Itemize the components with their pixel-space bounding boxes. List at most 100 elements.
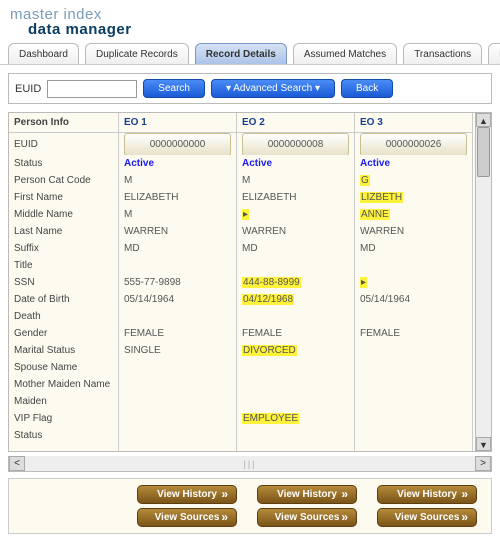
- euid-chip[interactable]: 0000000000: [124, 133, 231, 155]
- cell-dob: 05/14/1964: [355, 291, 472, 308]
- euid-chip[interactable]: 0000000026: [360, 133, 467, 155]
- vertical-scrollbar[interactable]: ▲ ▼: [475, 113, 491, 451]
- cell-dob: 05/14/1964: [119, 291, 236, 308]
- field-labels-column: Person Info EUID Status Person Cat Code …: [9, 113, 119, 451]
- cell-vip: EMPLOYEE: [237, 410, 354, 427]
- cell-vip: [119, 410, 236, 427]
- label-middle: Middle Name: [9, 206, 118, 223]
- label-title: Title: [9, 257, 118, 274]
- label-marital: Marital Status: [9, 342, 118, 359]
- cell-death: [237, 308, 354, 325]
- label-dob: Date of Birth: [9, 291, 118, 308]
- cell-dob: 04/12/1968: [237, 291, 354, 308]
- cell-marital: SINGLE: [119, 342, 236, 359]
- tab-assumed-matches[interactable]: Assumed Matches: [293, 43, 397, 65]
- data-column-2: EO 30000000026ActiveGLIZBETHANNEWARRENMD…: [355, 113, 473, 451]
- tab-dashboard[interactable]: Dashboard: [8, 43, 79, 65]
- footer-button-bar: View History View Sources View History V…: [8, 478, 492, 534]
- column-header: EO 3: [355, 113, 472, 133]
- cell-status: Active: [119, 155, 236, 172]
- labels-header: Person Info: [9, 113, 118, 133]
- scroll-thumb[interactable]: [477, 127, 490, 177]
- cell-last: WARREN: [237, 223, 354, 240]
- cell-last: WARREN: [119, 223, 236, 240]
- euid-cell: 0000000026: [355, 133, 472, 155]
- view-sources-button-1[interactable]: View Sources: [137, 508, 237, 527]
- cell-status2: [355, 427, 472, 444]
- label-vip: VIP Flag: [9, 410, 118, 427]
- cell-mmn: [237, 376, 354, 393]
- scroll-up-arrow[interactable]: ▲: [476, 113, 491, 127]
- tab-reports[interactable]: Reports: [488, 43, 500, 65]
- label-suffix: Suffix: [9, 240, 118, 257]
- cell-status2: [119, 427, 236, 444]
- data-column-1: EO 20000000008ActiveMELIZABETH▸WARRENMD4…: [237, 113, 355, 451]
- cell-death: [355, 308, 472, 325]
- horizontal-scrollbar[interactable]: < ||| >: [8, 456, 492, 472]
- scroll-track-grip: |||: [243, 459, 256, 469]
- label-gender: Gender: [9, 325, 118, 342]
- cell-middle: M: [119, 206, 236, 223]
- cell-last: WARREN: [355, 223, 472, 240]
- label-status2: Status: [9, 427, 118, 444]
- view-history-button-2[interactable]: View History: [257, 485, 357, 504]
- cell-middle: ANNE: [355, 206, 472, 223]
- cell-death: [119, 308, 236, 325]
- cell-first: ELIZABETH: [119, 189, 236, 206]
- view-sources-button-2[interactable]: View Sources: [257, 508, 357, 527]
- label-death: Death: [9, 308, 118, 325]
- tab-duplicate-records[interactable]: Duplicate Records: [85, 43, 189, 65]
- cell-suffix: MD: [237, 240, 354, 257]
- euid-label: EUID: [15, 83, 41, 95]
- view-history-button-1[interactable]: View History: [137, 485, 237, 504]
- cell-ssn: ▸: [355, 274, 472, 291]
- cell-maiden: [119, 393, 236, 410]
- cell-mmn: [119, 376, 236, 393]
- cell-spouse: [119, 359, 236, 376]
- euid-chip[interactable]: 0000000008: [242, 133, 349, 155]
- scroll-down-arrow[interactable]: ▼: [476, 437, 491, 451]
- record-grid: Person Info EUID Status Person Cat Code …: [8, 112, 492, 452]
- cell-middle: ▸: [237, 206, 354, 223]
- cell-status: Active: [237, 155, 354, 172]
- back-button[interactable]: Back: [341, 79, 393, 98]
- cell-gender: FEMALE: [355, 325, 472, 342]
- tab-transactions[interactable]: Transactions: [403, 43, 482, 65]
- label-ssn: SSN: [9, 274, 118, 291]
- euid-input[interactable]: [47, 80, 137, 98]
- brand-line2: data manager: [28, 21, 490, 38]
- cell-gender: FEMALE: [237, 325, 354, 342]
- column-header: EO 2: [237, 113, 354, 133]
- search-button[interactable]: Search: [143, 79, 205, 98]
- cell-status: Active: [355, 155, 472, 172]
- tab-record-details[interactable]: Record Details: [195, 43, 287, 65]
- cell-ssn: 444-88-8999: [237, 274, 354, 291]
- data-columns: EO 10000000000ActiveMELIZABETHMWARRENMD5…: [119, 113, 475, 451]
- app-header: master index data manager: [0, 0, 500, 42]
- view-history-button-3[interactable]: View History: [377, 485, 477, 504]
- cell-suffix: MD: [355, 240, 472, 257]
- label-mmn: Mother Maiden Name: [9, 376, 118, 393]
- label-first: First Name: [9, 189, 118, 206]
- view-sources-button-3[interactable]: View Sources: [377, 508, 477, 527]
- cell-first: ELIZABETH: [237, 189, 354, 206]
- cell-title: [119, 257, 236, 274]
- label-status: Status: [9, 155, 118, 172]
- scroll-left-arrow[interactable]: <: [9, 456, 25, 471]
- cell-ssn: 555-77-9898: [119, 274, 236, 291]
- cell-status2: [237, 427, 354, 444]
- cell-title: [237, 257, 354, 274]
- column-header: EO 1: [119, 113, 236, 133]
- cell-first: LIZBETH: [355, 189, 472, 206]
- advanced-search-button[interactable]: Advanced Search: [211, 79, 335, 98]
- cell-spouse: [237, 359, 354, 376]
- cell-suffix: MD: [119, 240, 236, 257]
- cell-marital: DIVORCED: [237, 342, 354, 359]
- main-tabs: Dashboard Duplicate Records Record Detai…: [0, 42, 500, 65]
- scroll-right-arrow[interactable]: >: [475, 456, 491, 471]
- cell-marital: [355, 342, 472, 359]
- cell-cat: G: [355, 172, 472, 189]
- cell-vip: [355, 410, 472, 427]
- label-maiden: Maiden: [9, 393, 118, 410]
- label-cat: Person Cat Code: [9, 172, 118, 189]
